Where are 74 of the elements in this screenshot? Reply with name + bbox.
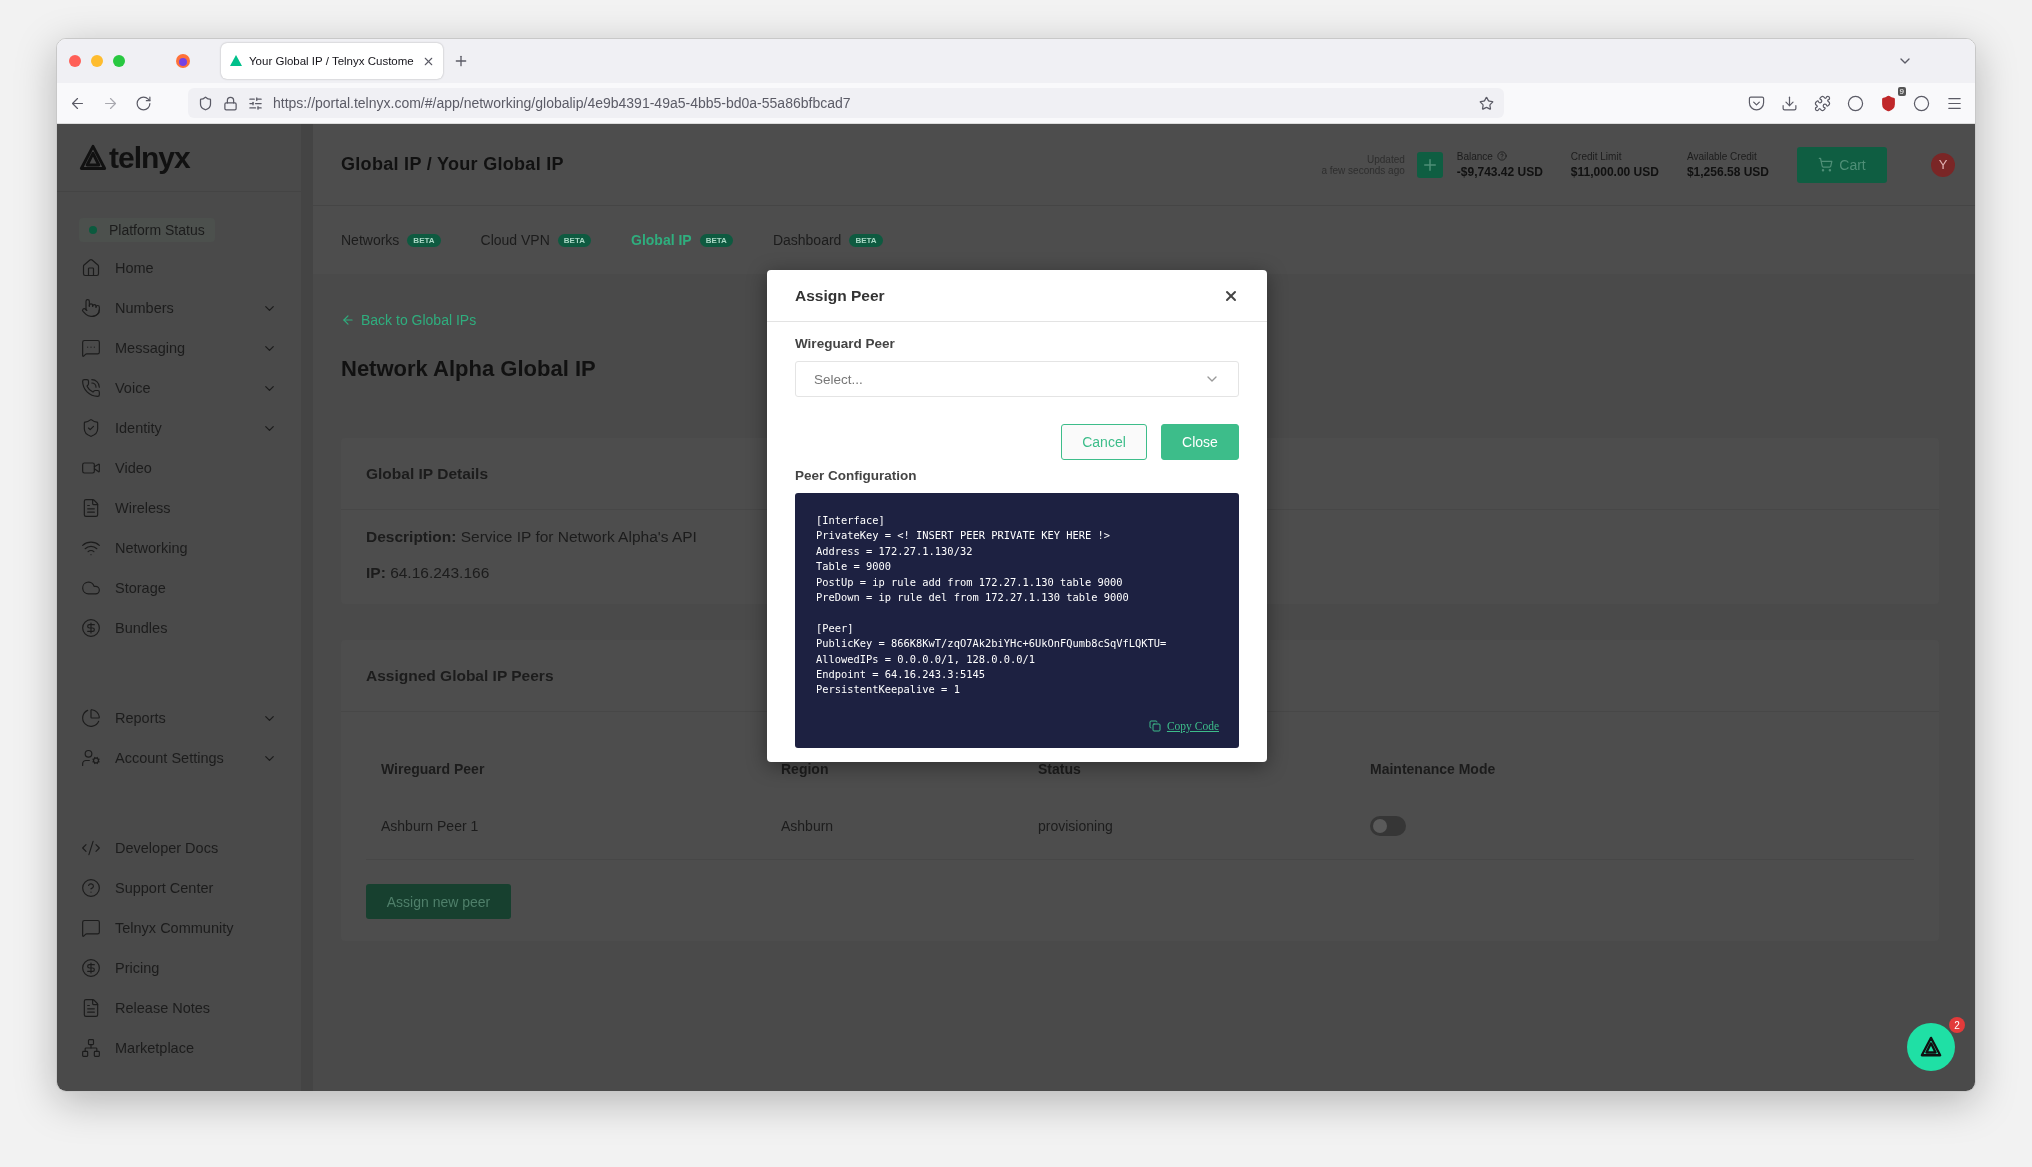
lock-icon <box>223 95 238 111</box>
nav-tab[interactable]: Global IP BETA <box>631 232 733 248</box>
page-title: Network Alpha Global IP <box>341 356 596 382</box>
close-button[interactable]: Close <box>1161 424 1239 460</box>
chat-icon <box>81 338 101 358</box>
extension-icon[interactable] <box>1913 94 1930 112</box>
copy-icon[interactable] <box>1148 719 1161 732</box>
header-title: Global IP / Your Global IP <box>341 154 565 175</box>
document-icon <box>81 998 101 1018</box>
logo-text: telnyx <box>109 140 190 175</box>
code-icon <box>81 838 101 858</box>
user-avatar[interactable]: Y <box>1931 152 1955 177</box>
user-gear-icon <box>81 748 101 768</box>
assign-peer-button[interactable]: Assign new peer <box>366 884 511 919</box>
dollar-icon <box>81 618 101 638</box>
pie-chart-icon <box>81 708 101 728</box>
help-icon <box>81 878 101 898</box>
code-line: AllowedIPs = 0.0.0.0/1, 128.0.0.0/1 <box>816 651 1036 667</box>
copy-code-link[interactable]: Copy Code <box>1166 719 1219 732</box>
pocket-icon[interactable] <box>1748 94 1765 112</box>
code-line: [Interface] <box>816 513 886 528</box>
sliders-icon[interactable] <box>248 95 263 111</box>
shield-icon[interactable] <box>1880 94 1897 112</box>
tab-label: Global IP <box>631 232 692 248</box>
stat-value: $1,256.58 USD <box>1686 164 1769 179</box>
puzzle-icon[interactable] <box>1814 94 1831 112</box>
beta-badge: BETA <box>557 233 591 247</box>
dialog-title: Assign Peer <box>795 286 885 305</box>
beta-badge: BETA <box>699 233 733 247</box>
url-text: https://portal.telnyx.com/#/app/networking/globalip/4e9b4391-49a5-4bb5-bd0a-55a86bfbcad7 <box>273 95 852 111</box>
code-line: PostUp = ip rule add from 172.27.1.130 table 9000 <box>816 574 1124 590</box>
star-icon[interactable] <box>1479 95 1494 111</box>
code-line: Address = 172.27.1.130/32 <box>816 543 974 559</box>
extension-badge: 9 <box>1897 86 1906 96</box>
section-label: Peer Configuration <box>795 468 918 483</box>
code-line: Endpoint = 64.16.243.3:5145 <box>816 667 986 683</box>
favicon-icon <box>229 54 243 68</box>
code-line: PrivateKey = <! INSERT PEER PRIVATE KEY HERE !> <box>816 528 1112 544</box>
beta-badge: BETA <box>407 233 441 247</box>
reload-icon[interactable] <box>135 94 152 112</box>
cart-button[interactable]: Cart <box>1797 146 1887 183</box>
home-icon <box>81 258 101 278</box>
dollar-icon <box>81 958 101 978</box>
document-icon <box>81 498 101 518</box>
chat-icon <box>81 918 101 938</box>
hand-pointer-icon <box>81 298 101 318</box>
extension-icon[interactable] <box>1847 94 1864 112</box>
network-icon <box>81 1038 101 1058</box>
logo-icon <box>1920 1036 1942 1058</box>
new-tab-icon[interactable] <box>453 53 469 69</box>
beta-badge: BETA <box>849 233 883 247</box>
close-window-icon[interactable] <box>69 55 81 67</box>
address-bar[interactable]: https://portal.telnyx.com/#/app/networking/globalip/4e9b4391-49a5-4bb5-bd0a-55a86bfbcad7 <box>188 88 1504 118</box>
download-icon[interactable] <box>1781 94 1798 112</box>
stat-value: $11,000.00 USD <box>1570 164 1659 179</box>
browser-tab[interactable]: Your Global IP / Telnyx Custome <box>221 43 443 79</box>
field-label: Wireguard Peer <box>795 336 896 351</box>
tab-title: Your Global IP / Telnyx Custome <box>249 55 415 67</box>
code-line: [Peer] <box>816 620 855 636</box>
select-placeholder: Select... <box>814 371 863 387</box>
cancel-button[interactable]: Cancel <box>1061 424 1147 460</box>
logo-icon <box>79 143 107 172</box>
shield-icon <box>198 95 213 111</box>
maintenance-toggle[interactable] <box>1370 815 1406 836</box>
shield-icon <box>81 418 101 438</box>
stat-value: -$9,743.42 USD <box>1456 164 1543 179</box>
code-line: Table = 9000 <box>816 559 893 575</box>
back-link[interactable]: Back to Global IPs <box>341 312 477 328</box>
cart-icon <box>1818 157 1834 172</box>
code-line: PreDown = ip rule del from 172.27.1.130 table 9000 <box>816 590 1130 606</box>
phone-icon <box>81 378 101 398</box>
peer-select[interactable]: Select... <box>795 361 1239 397</box>
browser-logo-icon <box>175 53 191 69</box>
code-line: PersistentKeepalive = 1 <box>816 682 961 698</box>
